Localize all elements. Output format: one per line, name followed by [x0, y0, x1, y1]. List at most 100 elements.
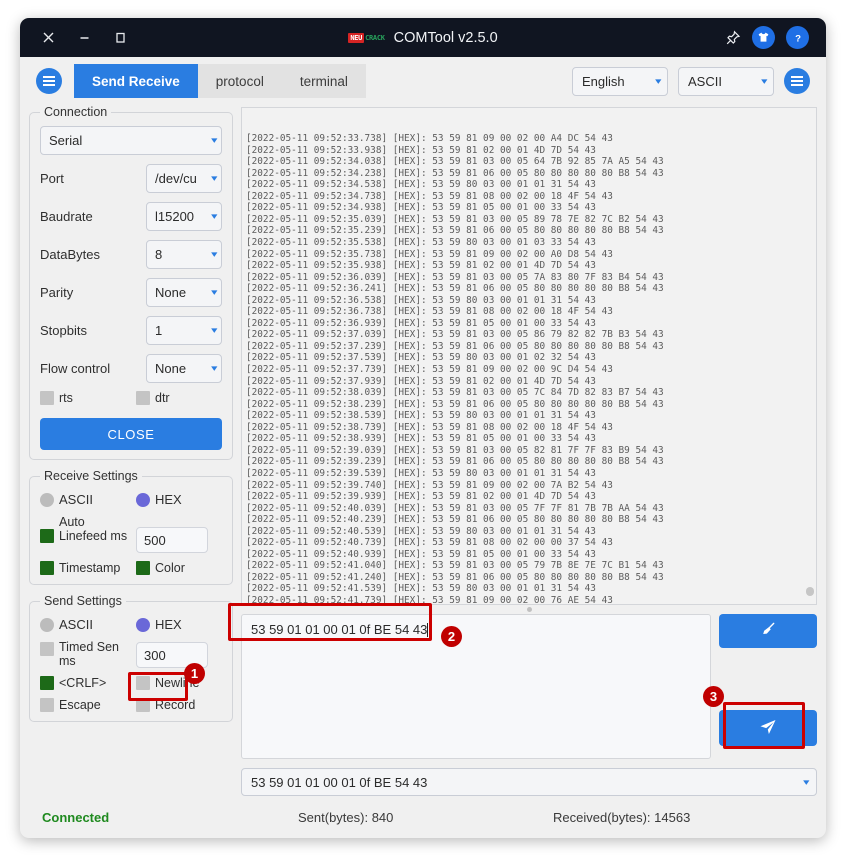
record-checkbox[interactable]: Record [136, 698, 195, 712]
send-stack: 53 59 01 01 00 01 0f BE 54 43 [241, 614, 711, 759]
escape-checkbox[interactable]: Escape [40, 698, 136, 712]
flowcontrol-select[interactable]: None ▾ [146, 354, 222, 383]
send-buttons [719, 614, 817, 759]
marker-3: 3 [703, 686, 724, 707]
send-button[interactable] [719, 710, 817, 746]
log-scroll-thumb[interactable] [806, 587, 814, 596]
title-bar: NEU CRACK COMTool v2.5.0 ? [20, 18, 826, 57]
tab-bar: Send Receive protocol terminal [74, 64, 366, 98]
send-area: 53 59 01 01 00 01 0f BE 54 43 [241, 614, 817, 759]
timed-send-label: Timed Sen ms [59, 640, 119, 668]
baudrate-value: l15200 [155, 209, 195, 224]
sent-bytes: Sent(bytes): 840 [298, 809, 394, 825]
baudrate-label: Baudrate [40, 209, 93, 224]
checkbox-icon [40, 642, 54, 656]
auto-linefeed-input[interactable]: 500 [136, 527, 208, 553]
receive-ascii-label: ASCII [59, 492, 93, 507]
minimize-icon[interactable] [66, 23, 102, 53]
dtr-checkbox[interactable]: dtr [136, 391, 170, 405]
rts-label: rts [59, 391, 73, 405]
toolbar: Send Receive protocol terminal English ▾… [20, 57, 826, 105]
port-row: Port /dev/cu ▾ [40, 164, 222, 193]
send-hex-label: HEX [155, 617, 182, 632]
radio-icon [136, 492, 150, 507]
theme-shirt-icon[interactable] [752, 26, 775, 49]
tab-protocol[interactable]: protocol [197, 64, 282, 98]
timestamp-checkbox[interactable]: Timestamp [40, 561, 136, 575]
send-input-value: 53 59 01 01 00 01 0f BE 54 43 [251, 622, 428, 637]
chevron-down-icon: ▾ [211, 249, 218, 259]
right-pane: [2022-05-11 09:52:33.738] [HEX]: 53 59 8… [241, 105, 817, 796]
rts-checkbox[interactable]: rts [40, 391, 136, 405]
checkbox-icon [40, 529, 54, 543]
chevron-down-icon: ▾ [211, 173, 218, 183]
connection-type-value: Serial [49, 133, 83, 148]
send-ascii-radio[interactable]: ASCII [40, 617, 136, 632]
broom-icon [760, 621, 777, 641]
help-icon[interactable]: ? [786, 26, 809, 49]
pin-icon[interactable] [725, 30, 741, 46]
marker-2: 2 [441, 626, 462, 647]
clear-button[interactable] [719, 614, 817, 648]
send-hex-radio[interactable]: HEX [136, 617, 182, 632]
close-connection-button[interactable]: CLOSE [40, 418, 222, 450]
language-value: English [582, 73, 625, 89]
timestamp-label: Timestamp [59, 561, 121, 575]
tab-send-receive[interactable]: Send Receive [74, 64, 198, 98]
port-value: /dev/cu [155, 171, 197, 186]
sidebar: Connection Serial ▾ Port /dev/cu ▾ Baudr… [29, 105, 233, 796]
send-history-select[interactable]: 53 59 01 01 00 01 0f BE 54 43 ▾ [241, 768, 817, 796]
tab-terminal[interactable]: terminal [281, 64, 366, 98]
receive-ascii-radio[interactable]: ASCII [40, 492, 136, 507]
rts-dtr-row: rts dtr [40, 391, 222, 405]
checkbox-icon [40, 676, 54, 690]
stopbits-label: Stopbits [40, 323, 87, 338]
connection-title: Connection [44, 105, 108, 119]
parity-label: Parity [40, 285, 74, 300]
received-bytes: Received(bytes): 14563 [553, 809, 691, 825]
checkbox-icon [136, 698, 150, 712]
send-settings-title: Send Settings [44, 594, 122, 608]
splitter-handle[interactable] [241, 605, 817, 614]
databytes-select[interactable]: 8 ▾ [146, 240, 222, 269]
send-mode-row: ASCII HEX [40, 617, 222, 632]
language-select[interactable]: English ▾ [572, 66, 668, 96]
maximize-icon[interactable] [102, 23, 138, 53]
close-icon[interactable] [30, 23, 66, 53]
log-scrollbar[interactable] [806, 110, 814, 602]
baudrate-select[interactable]: l15200 ▾ [146, 202, 222, 231]
send-input[interactable]: 53 59 01 01 00 01 0f BE 54 43 [241, 614, 711, 759]
stopbits-select[interactable]: 1 ▾ [146, 316, 222, 345]
flowcontrol-row: Flow control None ▾ [40, 354, 222, 383]
paper-plane-icon [758, 717, 778, 740]
encoding-select[interactable]: ASCII ▾ [678, 66, 774, 96]
receive-log[interactable]: [2022-05-11 09:52:33.738] [HEX]: 53 59 8… [241, 107, 817, 605]
dtr-label: dtr [155, 391, 170, 405]
color-checkbox[interactable]: Color [136, 561, 185, 575]
parity-select[interactable]: None ▾ [146, 278, 222, 307]
title-center: NEU CRACK COMTool v2.5.0 [20, 30, 826, 46]
connection-type-select[interactable]: Serial ▾ [40, 126, 222, 155]
chevron-down-icon: ▾ [211, 135, 218, 145]
stopbits-row: Stopbits 1 ▾ [40, 316, 222, 345]
chevron-down-icon: ▾ [211, 325, 218, 335]
auto-linefeed-value: 500 [144, 532, 166, 548]
encoding-value: ASCII [688, 73, 722, 89]
port-label: Port [40, 171, 64, 186]
port-select[interactable]: /dev/cu ▾ [146, 164, 222, 193]
color-label: Color [155, 561, 185, 575]
menu-icon-right[interactable] [784, 68, 810, 94]
checkbox-icon [136, 391, 150, 405]
auto-linefeed-checkbox[interactable]: Auto Linefeed ms [40, 515, 136, 543]
timed-send-checkbox[interactable]: Timed Sen ms [40, 640, 136, 668]
menu-icon-left[interactable] [36, 68, 62, 94]
checkbox-icon [40, 561, 54, 575]
radio-icon [40, 617, 54, 632]
parity-row: Parity None ▾ [40, 278, 222, 307]
auto-linefeed-label: Auto Linefeed ms [59, 515, 128, 543]
receive-hex-radio[interactable]: HEX [136, 492, 182, 507]
flowcontrol-value: None [155, 361, 187, 376]
receive-settings-title: Receive Settings [44, 469, 138, 483]
crlf-checkbox[interactable]: <CRLF> [40, 676, 136, 690]
toolbar-right: English ▾ ASCII ▾ [572, 66, 810, 96]
